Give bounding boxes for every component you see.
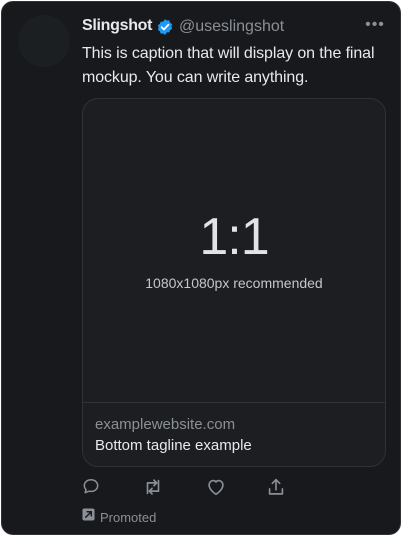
handle[interactable]: @useslingshot xyxy=(179,18,284,36)
share-icon[interactable] xyxy=(265,476,287,498)
promoted-icon xyxy=(82,508,95,521)
tweet-header: Slingshot @useslingshot ••• xyxy=(82,15,386,39)
display-name[interactable]: Slingshot xyxy=(82,17,152,35)
link-card[interactable]: 1:1 1080x1080px recommended examplewebsi… xyxy=(82,98,386,467)
action-bar xyxy=(81,476,321,500)
tweet-card: Slingshot @useslingshot ••• This is capt… xyxy=(1,1,401,535)
media-placeholder[interactable]: 1:1 1080x1080px recommended xyxy=(83,99,385,403)
verified-badge-icon xyxy=(156,18,174,36)
card-website: examplewebsite.com xyxy=(95,416,236,433)
avatar[interactable] xyxy=(18,15,70,67)
recommended-size-label: 1080x1080px recommended xyxy=(145,275,323,291)
repost-icon[interactable] xyxy=(142,476,164,498)
card-tagline: Bottom tagline example xyxy=(95,437,252,454)
aspect-ratio-label: 1:1 xyxy=(199,208,269,266)
more-options-icon[interactable]: ••• xyxy=(364,15,386,35)
reply-icon[interactable] xyxy=(81,476,103,498)
promoted-label: Promoted xyxy=(100,510,157,525)
like-icon[interactable] xyxy=(205,476,227,498)
tweet-caption: This is caption that will display on the… xyxy=(82,45,375,86)
